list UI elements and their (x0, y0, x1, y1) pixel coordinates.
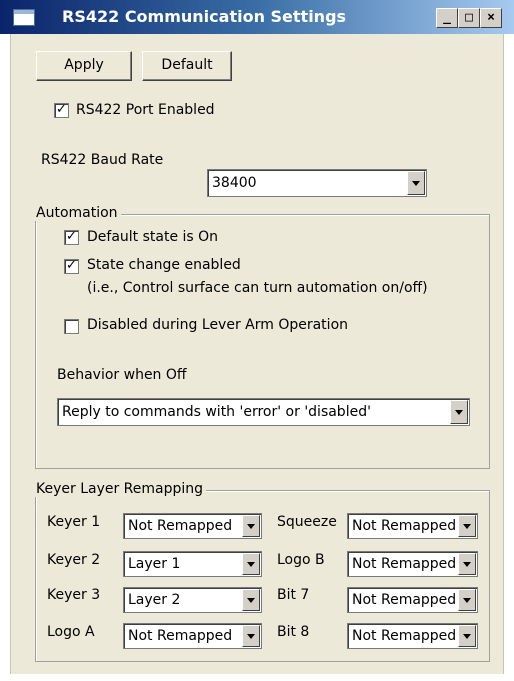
bit-7-value: Not Remapped (352, 592, 457, 608)
minimize-button[interactable]: _ (436, 8, 458, 28)
baud-rate-select[interactable]: 38400 (207, 169, 427, 197)
settings-window: RS422 Communication Settings _ □ × Apply… (0, 0, 514, 681)
default-on-label: Default state is On (87, 229, 219, 245)
state-change-checkbox[interactable]: ✓ (64, 259, 79, 274)
check-icon: ✓ (56, 102, 67, 117)
bit-8-label: Bit 8 (277, 624, 310, 640)
keyer-2-select[interactable]: Layer 1 (123, 551, 262, 577)
keyer-2-label: Keyer 2 (47, 552, 101, 568)
baud-rate-label: RS422 Baud Rate (41, 152, 164, 168)
maximize-button[interactable]: □ (458, 8, 480, 28)
default-button[interactable]: Default (142, 51, 232, 81)
behavior-select[interactable]: Reply to commands with 'error' or 'disab… (57, 398, 470, 426)
keyer-2-value: Layer 1 (128, 556, 181, 572)
bit-8-select[interactable]: Not Remapped (347, 623, 478, 649)
check-icon: ✓ (66, 229, 77, 244)
keyer-1-label: Keyer 1 (47, 514, 101, 530)
state-change-note: (i.e., Control surface can turn automati… (87, 280, 428, 296)
keyer-1-select[interactable]: Not Remapped (123, 513, 262, 539)
logo-b-label: Logo B (277, 552, 325, 568)
check-icon: ✓ (66, 258, 77, 273)
baud-rate-value: 38400 (212, 175, 257, 191)
automation-group (35, 214, 490, 469)
dialog-client: Apply Default ✓ RS422 Port Enabled RS422… (10, 34, 504, 674)
keyer-3-value: Layer 2 (128, 592, 181, 608)
state-change-label: State change enabled (87, 257, 241, 273)
keyer-3-select[interactable]: Layer 2 (123, 587, 262, 613)
logo-a-label: Logo A (47, 624, 95, 640)
keyer-remap-legend: Keyer Layer Remapping (33, 481, 207, 497)
apply-button[interactable]: Apply (36, 51, 132, 81)
disabled-lever-checkbox[interactable] (64, 319, 79, 334)
port-enabled-checkbox[interactable]: ✓ (54, 103, 69, 118)
chevron-down-icon[interactable] (458, 515, 476, 537)
bit-7-select[interactable]: Not Remapped (347, 587, 478, 613)
close-button[interactable]: × (480, 8, 502, 28)
default-on-checkbox[interactable]: ✓ (64, 230, 79, 245)
window-icon (13, 9, 35, 26)
chevron-down-icon[interactable] (242, 625, 260, 647)
automation-legend: Automation (33, 205, 121, 221)
squeeze-label: Squeeze (277, 514, 337, 530)
port-enabled-label: RS422 Port Enabled (76, 102, 215, 118)
squeeze-value: Not Remapped (352, 518, 457, 534)
chevron-down-icon[interactable] (407, 171, 425, 195)
chevron-down-icon[interactable] (458, 625, 476, 647)
logo-b-value: Not Remapped (352, 556, 457, 572)
chevron-down-icon[interactable] (450, 400, 468, 424)
chevron-down-icon[interactable] (242, 515, 260, 537)
keyer-1-value: Not Remapped (128, 518, 233, 534)
bit-7-label: Bit 7 (277, 587, 310, 603)
logo-a-select[interactable]: Not Remapped (123, 623, 262, 649)
logo-a-value: Not Remapped (128, 628, 233, 644)
behavior-label: Behavior when Off (57, 367, 187, 383)
behavior-value: Reply to commands with 'error' or 'disab… (62, 404, 371, 420)
squeeze-select[interactable]: Not Remapped (347, 513, 478, 539)
chevron-down-icon[interactable] (242, 589, 260, 611)
bit-8-value: Not Remapped (352, 628, 457, 644)
window-title: RS422 Communication Settings (62, 7, 347, 26)
chevron-down-icon[interactable] (458, 553, 476, 575)
logo-b-select[interactable]: Not Remapped (347, 551, 478, 577)
title-bar[interactable]: RS422 Communication Settings _ □ × (0, 0, 514, 34)
chevron-down-icon[interactable] (242, 553, 260, 575)
keyer-3-label: Keyer 3 (47, 587, 101, 603)
disabled-lever-label: Disabled during Lever Arm Operation (87, 317, 349, 333)
chevron-down-icon[interactable] (458, 589, 476, 611)
